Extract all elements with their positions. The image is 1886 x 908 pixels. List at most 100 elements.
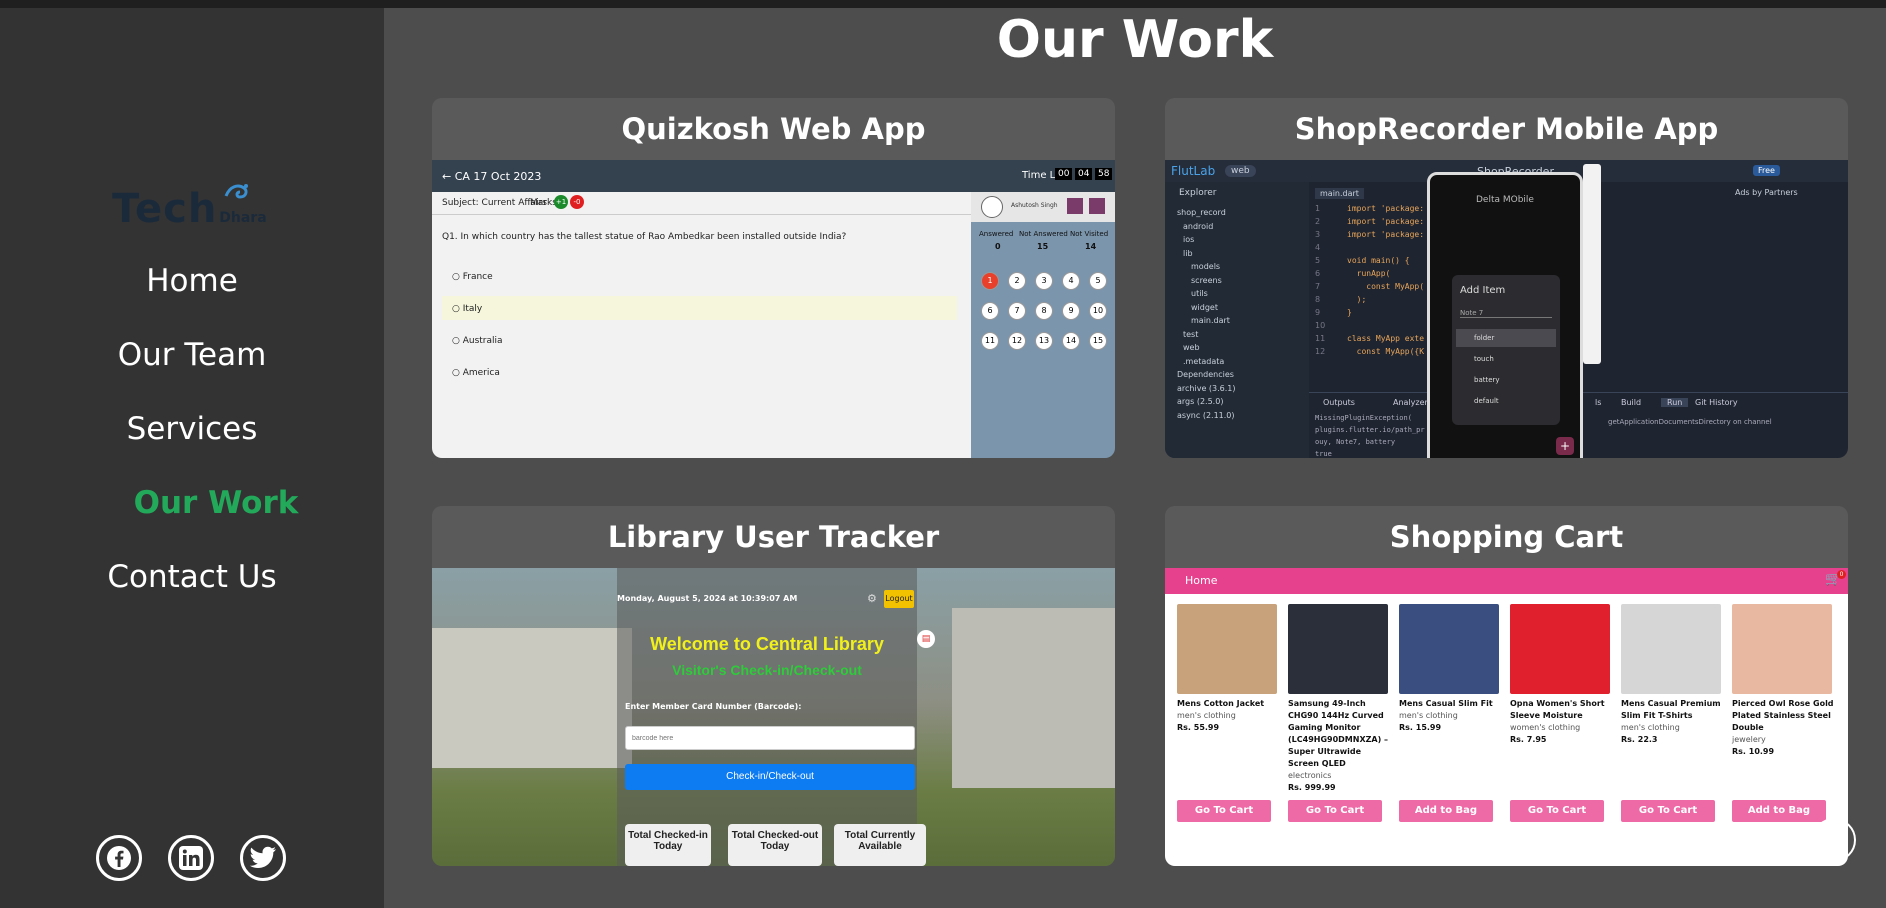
tree-item[interactable]: ios bbox=[1183, 235, 1194, 244]
line-number: 11 bbox=[1315, 334, 1326, 343]
flutlab-brand: FlutLab bbox=[1171, 164, 1216, 178]
product-price: Rs. 999.99 bbox=[1288, 783, 1336, 792]
option-label: America bbox=[462, 368, 500, 378]
pdf-icon[interactable]: ▤ bbox=[917, 630, 935, 648]
project-card-shoprecorder[interactable]: ShopRecorder Mobile App FlutLab web Shop… bbox=[1165, 98, 1848, 458]
tree-item[interactable]: archive (3.6.1) bbox=[1177, 384, 1236, 393]
project-card-shopping-cart[interactable]: Shopping Cart Home 🛒 0 Mens Cotton Jacke… bbox=[1165, 506, 1848, 866]
quiz-time-h: 00 bbox=[1055, 168, 1073, 180]
tree-item[interactable]: main.dart bbox=[1191, 316, 1230, 325]
top-bar bbox=[0, 0, 1886, 8]
card-title: ShopRecorder Mobile App bbox=[1165, 98, 1848, 160]
product-card[interactable]: Mens Cotton Jacket men's clothing Rs. 55.9… bbox=[1177, 604, 1281, 734]
palette-item[interactable]: 1 bbox=[981, 272, 999, 290]
palette-item[interactable]: 8 bbox=[1035, 302, 1053, 320]
editor-tab[interactable]: main.dart bbox=[1315, 188, 1364, 199]
tree-item[interactable]: async (2.11.0) bbox=[1177, 411, 1235, 420]
palette-item[interactable]: 9 bbox=[1062, 302, 1080, 320]
palette-item[interactable]: 7 bbox=[1008, 302, 1026, 320]
tree-item[interactable]: utils bbox=[1191, 289, 1208, 298]
nav-our-team[interactable]: Our Team bbox=[0, 337, 384, 373]
product-card[interactable]: Opna Women's Short Sleeve Moisture women'… bbox=[1510, 604, 1614, 746]
quiz-option-1[interactable]: ○ France bbox=[452, 272, 493, 282]
go-to-cart-button[interactable]: Go To Cart bbox=[1177, 800, 1271, 822]
tree-item[interactable]: models bbox=[1191, 262, 1220, 271]
dialog-input[interactable]: Note 7 bbox=[1460, 309, 1552, 318]
cart-count-badge: 0 bbox=[1837, 570, 1846, 579]
quiz-option-3[interactable]: ○ Australia bbox=[452, 336, 503, 346]
dialog-item[interactable]: touch bbox=[1456, 350, 1556, 368]
scroll-top-button[interactable] bbox=[1812, 818, 1856, 862]
panel-tab[interactable]: Analyzer bbox=[1393, 398, 1428, 407]
panel-tab[interactable]: Git History bbox=[1695, 398, 1738, 407]
product-card[interactable]: Mens Casual Premium Slim Fit T-Shirts men… bbox=[1621, 604, 1725, 746]
logo[interactable]: Tech Dhara bbox=[112, 184, 267, 232]
line-number: 3 bbox=[1315, 230, 1321, 239]
quiz-option-2[interactable]: ○ Italy bbox=[452, 304, 482, 314]
add-to-bag-button[interactable]: Add to Bag bbox=[1732, 800, 1826, 822]
palette-item[interactable]: 11 bbox=[981, 332, 999, 350]
project-card-library[interactable]: Library User Tracker Monday, August 5, 2… bbox=[432, 506, 1115, 866]
shop-home-link[interactable]: Home bbox=[1185, 574, 1217, 587]
next-button[interactable] bbox=[1089, 198, 1105, 214]
tree-item[interactable]: shop_record bbox=[1177, 208, 1226, 217]
facebook-icon[interactable] bbox=[96, 835, 142, 881]
palette-item[interactable]: 2 bbox=[1008, 272, 1026, 290]
quiz-time-m: 04 bbox=[1075, 168, 1093, 180]
project-card-quizkosh[interactable]: Quizkosh Web App ← CA 17 Oct 2023 Time L… bbox=[432, 98, 1115, 458]
flutlab-ide: FlutLab web ShopRecorder Free Explorer s… bbox=[1165, 160, 1848, 458]
panel-tab[interactable]: ls bbox=[1595, 398, 1601, 407]
panel-tab[interactable]: Outputs bbox=[1323, 398, 1355, 407]
twitter-icon[interactable] bbox=[240, 835, 286, 881]
palette-item[interactable]: 5 bbox=[1089, 272, 1107, 290]
product-card[interactable]: Mens Casual Slim Fit men's clothing Rs. 15… bbox=[1399, 604, 1503, 734]
palette-item[interactable]: 6 bbox=[981, 302, 999, 320]
nav-contact-us[interactable]: Contact Us bbox=[0, 559, 384, 595]
panel-tab[interactable]: Run bbox=[1661, 398, 1689, 407]
logout-button[interactable]: Logout bbox=[884, 590, 914, 608]
palette-item[interactable]: 14 bbox=[1062, 332, 1080, 350]
palette-item[interactable]: 4 bbox=[1062, 272, 1080, 290]
palette-item[interactable]: 12 bbox=[1008, 332, 1026, 350]
nav-home[interactable]: Home bbox=[0, 263, 384, 299]
go-to-cart-button[interactable]: Go To Cart bbox=[1621, 800, 1715, 822]
emulator-toolbar[interactable] bbox=[1583, 164, 1601, 364]
barcode-input[interactable] bbox=[625, 726, 915, 750]
palette-item[interactable]: 13 bbox=[1035, 332, 1053, 350]
add-to-bag-button[interactable]: Add to Bag bbox=[1399, 800, 1493, 822]
linkedin-icon[interactable] bbox=[168, 835, 214, 881]
tree-item[interactable]: lib bbox=[1183, 249, 1193, 258]
panel-tab[interactable]: Build bbox=[1621, 398, 1641, 407]
target-select[interactable]: web bbox=[1225, 165, 1256, 177]
dialog-item[interactable]: folder bbox=[1456, 329, 1556, 347]
product-price: Rs. 10.99 bbox=[1732, 747, 1775, 756]
nav-services[interactable]: Services bbox=[0, 411, 384, 447]
palette-item[interactable]: 15 bbox=[1089, 332, 1107, 350]
tree-item[interactable]: args (2.5.0) bbox=[1177, 397, 1223, 406]
checkin-button[interactable]: Check-in/Check-out bbox=[625, 764, 915, 790]
tree-item[interactable]: widget bbox=[1191, 303, 1218, 312]
quiz-option-4[interactable]: ○ America bbox=[452, 368, 500, 378]
code-line: class MyApp exte bbox=[1347, 334, 1425, 343]
palette-item[interactable]: 3 bbox=[1035, 272, 1053, 290]
dialog-item[interactable]: default bbox=[1456, 392, 1556, 410]
tree-item[interactable]: android bbox=[1183, 222, 1213, 231]
nav-our-work[interactable]: Our Work bbox=[24, 485, 408, 521]
dialog-item[interactable]: battery bbox=[1456, 371, 1556, 389]
fab-add-button[interactable]: + bbox=[1556, 437, 1574, 455]
go-to-cart-button[interactable]: Go To Cart bbox=[1510, 800, 1604, 822]
product-name: Opna Women's Short Sleeve Moisture bbox=[1510, 699, 1605, 720]
pause-button[interactable] bbox=[1067, 198, 1083, 214]
product-card[interactable]: Pierced Owl Rose Gold Plated Stainless S… bbox=[1732, 604, 1836, 758]
tree-item[interactable]: .metadata bbox=[1183, 357, 1224, 366]
page-title: Our Work bbox=[996, 10, 1274, 70]
card-title: Shopping Cart bbox=[1165, 506, 1848, 568]
product-card[interactable]: Samsung 49-Inch CHG90 144Hz Curved Gamin… bbox=[1288, 604, 1392, 794]
tree-item[interactable]: web bbox=[1183, 343, 1200, 352]
palette-item[interactable]: 10 bbox=[1089, 302, 1107, 320]
tree-item[interactable]: test bbox=[1183, 330, 1198, 339]
gear-icon[interactable]: ⚙ bbox=[867, 592, 877, 605]
tree-item[interactable]: Dependencies bbox=[1177, 370, 1234, 379]
tree-item[interactable]: screens bbox=[1191, 276, 1222, 285]
go-to-cart-button[interactable]: Go To Cart bbox=[1288, 800, 1382, 822]
